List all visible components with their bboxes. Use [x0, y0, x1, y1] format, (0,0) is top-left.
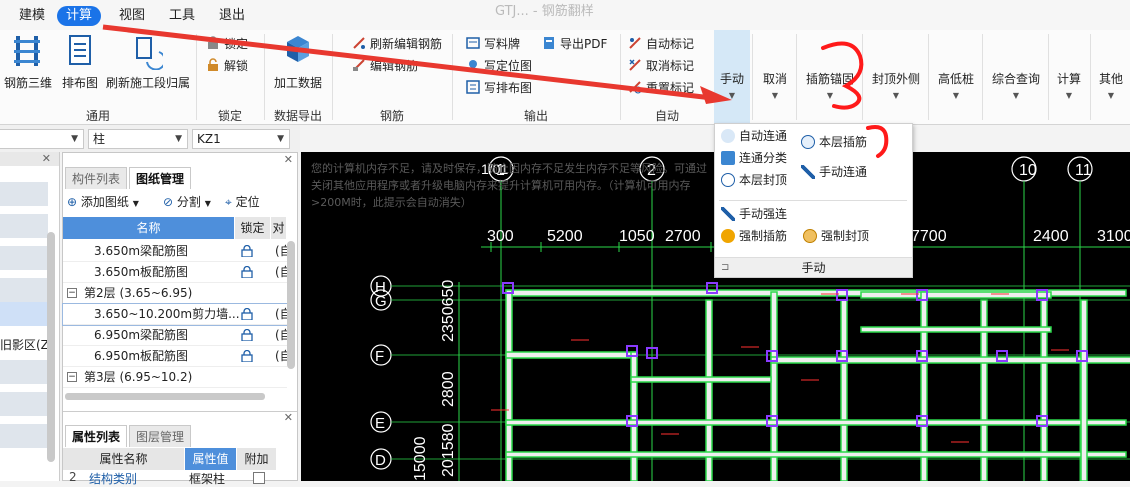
annotation-overlay: [102, 24, 889, 158]
red-arrow-head: [700, 86, 732, 104]
hand-drawn-mark: [866, 125, 889, 158]
red-arrow-line: [102, 24, 713, 101]
hand-drawn-mark: [821, 41, 864, 110]
